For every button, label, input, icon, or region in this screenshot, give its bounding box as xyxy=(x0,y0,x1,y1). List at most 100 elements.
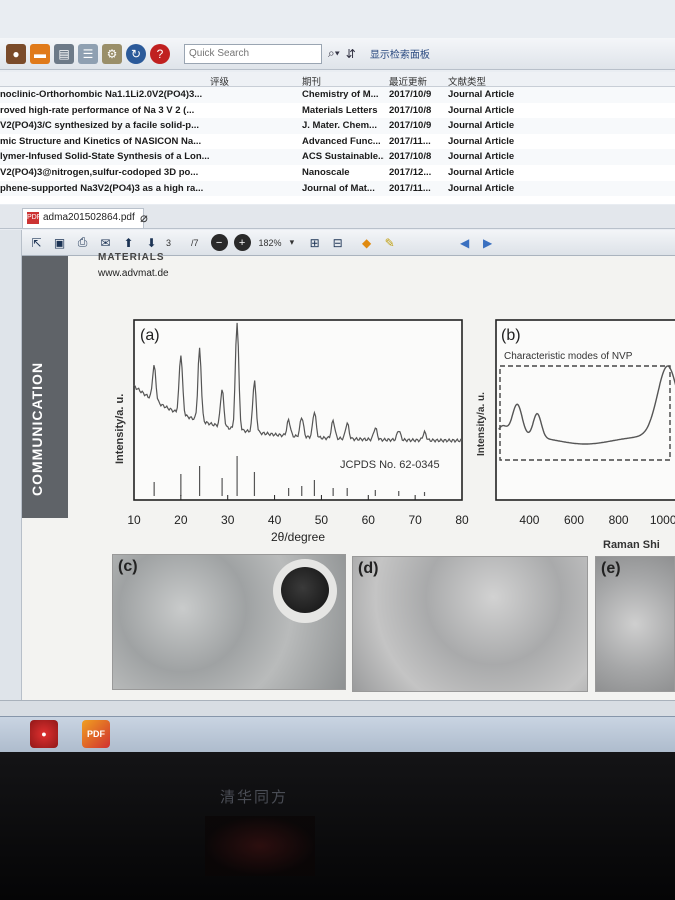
row-type: Journal Article xyxy=(448,120,515,132)
x-tick-label: 70 xyxy=(408,513,422,527)
column-rating[interactable]: 评级 xyxy=(210,74,229,88)
sem-image-d: (d) xyxy=(352,556,588,692)
total-pages: /7 xyxy=(191,237,199,248)
current-page[interactable]: 3 xyxy=(166,238,171,248)
x-tick-label: 30 xyxy=(221,513,235,527)
show-search-panel-button[interactable]: 显示检索面板 xyxy=(370,46,430,61)
row-title: lymer-Infused Solid-State Synthesis of a… xyxy=(0,151,210,163)
zoom-in-icon[interactable]: + xyxy=(233,234,251,251)
y-axis-label-b: Intensity/a. u. xyxy=(476,392,487,456)
globe-icon[interactable]: ● xyxy=(6,43,26,64)
highlight-icon[interactable]: ✎ xyxy=(381,234,398,251)
table-row[interactable]: lymer-Infused Solid-State Synthesis of a… xyxy=(0,149,675,165)
fit-page-icon[interactable]: ⊞ xyxy=(306,234,323,251)
tab-pdf[interactable]: PDF adma201502864.pdf xyxy=(22,208,144,228)
next-page-icon[interactable]: ▶ xyxy=(479,234,496,251)
bezel-logo xyxy=(205,816,315,876)
row-title: V2(PO4)3/C synthesized by a facile solid… xyxy=(0,120,200,132)
column-type[interactable]: 文献类型 xyxy=(448,74,486,88)
row-title: mic Structure and Kinetics of NASICON Na… xyxy=(0,135,202,147)
table-body: noclinic-Orthorhombic Na1.1Li2.0V2(PO4)3… xyxy=(0,87,675,197)
table-row[interactable]: roved high-rate performance of Na 3 V 2 … xyxy=(0,103,675,119)
row-journal: Chemistry of M... xyxy=(302,89,379,100)
row-date: 2017/11... xyxy=(389,135,431,147)
jcpds-annotation: JCPDS No. 62-0345 xyxy=(340,459,440,471)
table-row[interactable]: V2(PO4)3/C synthesized by a facile solid… xyxy=(0,118,675,134)
zoom-level[interactable]: 182% xyxy=(257,238,284,248)
row-date: 2017/10/8 xyxy=(389,104,432,116)
column-journal[interactable]: 期刊 xyxy=(302,74,384,88)
x-axis-label-b: Raman Shi xyxy=(603,539,660,551)
folder-icon[interactable]: ▬ xyxy=(30,43,50,64)
y-axis-label-a: Intensity/a. u. xyxy=(114,394,126,464)
x-tick-label: 80 xyxy=(455,513,469,527)
tab-filename: adma201502864.pdf xyxy=(43,212,135,223)
row-journal: Journal of Mat... xyxy=(302,182,375,194)
row-type: Journal Article xyxy=(448,151,515,163)
sem-image-c: (c) xyxy=(112,554,346,690)
fit-width-icon[interactable]: ⊟ xyxy=(329,234,346,251)
row-journal: Materials Letters xyxy=(302,104,378,116)
x-tick-label: 600 xyxy=(564,513,584,527)
inset-photo xyxy=(273,559,337,623)
panel-c-label: (c) xyxy=(118,558,138,575)
panel-b-label: (b) xyxy=(501,327,521,344)
sync-icon[interactable]: ↻ xyxy=(126,43,146,64)
pdf-page: COMMUNICATION MATERIALS www.advmat.de (a… xyxy=(22,252,675,700)
email-icon[interactable]: ✉ xyxy=(97,234,114,251)
sem-image-e: (e) xyxy=(595,556,675,692)
row-journal: ACS Sustainable... xyxy=(302,151,384,163)
row-date: 2017/10/9 xyxy=(389,89,432,100)
row-date: 2017/10/8 xyxy=(389,151,432,163)
filter-icon[interactable]: ⇵ xyxy=(346,47,356,61)
panel-a-label: (a) xyxy=(140,327,160,344)
row-type: Journal Article xyxy=(448,135,515,147)
zoom-dropdown-icon[interactable]: ▾ xyxy=(290,237,295,248)
arrow-up-icon[interactable]: ⬆ xyxy=(120,234,137,251)
tab-strip: PDF adma201502864.pdf ⌀ xyxy=(0,205,675,229)
print-icon[interactable]: ⎙ xyxy=(74,234,91,251)
save-icon[interactable]: ▣ xyxy=(51,234,68,251)
row-journal: Advanced Func... xyxy=(302,135,381,147)
x-axis-label-a: 2θ/degree xyxy=(271,530,325,544)
open-external-icon[interactable]: ⇱ xyxy=(28,234,45,251)
pdf-file-icon: PDF xyxy=(27,212,41,224)
left-panel-strip xyxy=(0,230,22,700)
panel-e-label: (e) xyxy=(601,560,621,577)
pdf-taskbar-icon[interactable]: PDF xyxy=(82,720,110,748)
row-journal: J. Mater. Chem... xyxy=(302,120,377,132)
taskbar: ● PDF xyxy=(0,716,675,752)
reference-table: 评级 期刊 最近更新 文献类型 noclinic-Orthorhombic Na… xyxy=(0,72,675,204)
panel-b-frame xyxy=(495,319,675,501)
table-row[interactable]: mic Structure and Kinetics of NASICON Na… xyxy=(0,134,675,150)
row-date: 2017/12... xyxy=(389,166,432,178)
x-tick-label: 20 xyxy=(174,513,188,527)
x-axis-ticks-b: 400 600 800 1000 xyxy=(519,513,675,527)
arrow-down-icon[interactable]: ⬇ xyxy=(143,234,160,251)
prev-page-icon[interactable]: ◀ xyxy=(456,234,473,251)
list-icon[interactable]: ☰ xyxy=(78,43,98,64)
search-icon[interactable]: ⌕▾ xyxy=(328,46,340,61)
table-row[interactable]: phene-supported Na3V2(PO4)3 as a high ra… xyxy=(0,180,675,197)
comment-icon[interactable]: ◆ xyxy=(358,234,375,251)
row-title: phene-supported Na3V2(PO4)3 as a high ra… xyxy=(0,182,204,194)
settings-icon[interactable]: ⚙ xyxy=(102,43,122,64)
zoom-out-icon[interactable]: − xyxy=(210,234,228,251)
row-type: Journal Article xyxy=(448,182,515,194)
row-type: Journal Article xyxy=(448,166,515,178)
app-icon[interactable]: ● xyxy=(30,720,58,748)
x-tick-label: 60 xyxy=(362,513,376,527)
quick-search-input[interactable] xyxy=(184,43,322,64)
x-tick-label: 40 xyxy=(268,513,282,527)
table-header: 评级 期刊 最近更新 文献类型 xyxy=(0,72,675,88)
row-date: 2017/11... xyxy=(389,182,431,194)
column-updated[interactable]: 最近更新 xyxy=(389,74,427,88)
table-row[interactable]: noclinic-Orthorhombic Na1.1Li2.0V2(PO4)3… xyxy=(0,87,675,103)
row-type: Journal Article xyxy=(448,89,515,100)
export-icon[interactable]: ▤ xyxy=(54,43,74,64)
x-tick-label: 800 xyxy=(609,513,629,527)
x-tick-label: 400 xyxy=(519,513,539,527)
table-row[interactable]: V2(PO4)3@nitrogen,sulfur-codoped 3D po..… xyxy=(0,165,675,181)
help-icon[interactable]: ? xyxy=(150,43,170,64)
attachment-icon[interactable]: ⌀ xyxy=(140,210,148,226)
